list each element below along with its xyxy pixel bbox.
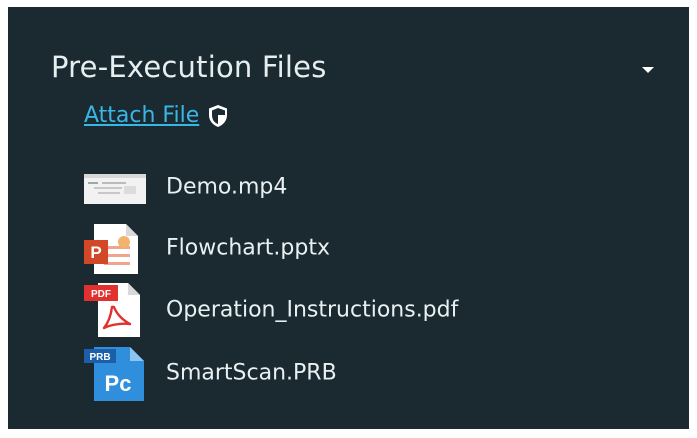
file-name: Flowchart.pptx	[166, 235, 330, 261]
file-name: SmartScan.PRB	[166, 360, 337, 386]
file-item-operation-instructions-pdf[interactable]: PDF Operation_Instructions.pdf	[84, 280, 644, 340]
file-name: Operation_Instructions.pdf	[166, 297, 459, 323]
prb-icon: PRB Pc	[84, 347, 144, 401]
section-title: Pre-Execution Files	[51, 50, 327, 84]
pre-execution-files-panel: Pre-Execution Files Attach File Demo.mp4	[8, 7, 689, 429]
video-thumbnail-icon	[84, 174, 146, 204]
svg-text:PRB: PRB	[89, 352, 110, 363]
attach-file-row: Attach File	[84, 103, 229, 128]
file-item-demo-mp4[interactable]: Demo.mp4	[84, 157, 644, 217]
svg-text:PDF: PDF	[91, 289, 111, 300]
shield-icon	[209, 104, 228, 127]
file-item-flowchart-pptx[interactable]: P Flowchart.pptx	[84, 218, 644, 278]
attach-file-link[interactable]: Attach File	[84, 103, 199, 128]
pdf-icon: PDF	[84, 283, 140, 337]
file-name: Demo.mp4	[166, 174, 288, 200]
svg-text:P: P	[90, 243, 101, 262]
svg-text:Pc: Pc	[105, 371, 132, 396]
file-item-smartscan-prb[interactable]: PRB Pc SmartScan.PRB	[84, 343, 644, 403]
powerpoint-icon: P	[84, 224, 138, 274]
caret-down-icon[interactable]	[640, 63, 656, 77]
